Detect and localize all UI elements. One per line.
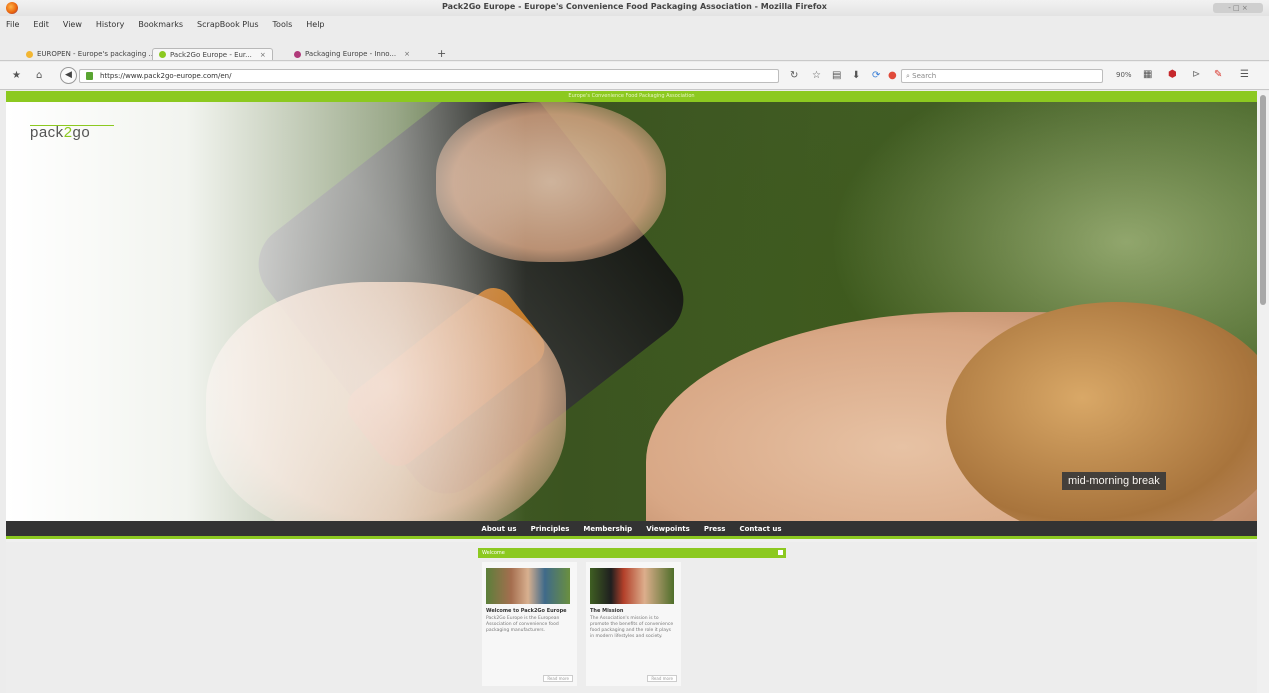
- site-favicon-icon: [26, 50, 33, 58]
- section-header: Welcome: [478, 548, 786, 558]
- card-text: The Association's mission is to promote …: [590, 616, 674, 639]
- tab-packaging-europe[interactable]: Packaging Europe - Inno... ×: [294, 48, 410, 60]
- window-controls[interactable]: - □ ×: [1213, 3, 1263, 13]
- menu-scrapbook[interactable]: ScrapBook Plus: [197, 20, 258, 29]
- card-title[interactable]: The Mission: [590, 608, 623, 614]
- top-strip: Europe's Convenience Food Packaging Asso…: [6, 91, 1257, 102]
- nav-press[interactable]: Press: [704, 525, 726, 533]
- nav-membership[interactable]: Membership: [583, 525, 632, 533]
- nav-principles[interactable]: Principles: [531, 525, 570, 533]
- menu-view[interactable]: View: [63, 20, 82, 29]
- card-image[interactable]: [486, 568, 570, 604]
- card-title[interactable]: Welcome to Pack2Go Europe: [486, 608, 567, 614]
- hero-image: pack2go mid-morning break: [6, 102, 1257, 521]
- reload-icon[interactable]: ↻: [790, 70, 798, 81]
- library-icon[interactable]: ▤: [832, 70, 841, 81]
- tab-bar: EUROPEN - Europe's packaging ... × Pack2…: [0, 33, 1269, 61]
- adblock-icon[interactable]: ⬢: [1168, 69, 1177, 80]
- content-area: Welcome Welcome to Pack2Go Europe Pack2G…: [6, 542, 1257, 693]
- menu-history[interactable]: History: [96, 20, 124, 29]
- menu-file[interactable]: File: [6, 20, 19, 29]
- collapse-icon[interactable]: [777, 549, 784, 556]
- hamburger-menu-icon[interactable]: ☰: [1240, 69, 1249, 80]
- tab-pack2go[interactable]: Pack2Go Europe - Eur... ×: [152, 48, 273, 60]
- read-more-button[interactable]: Read more: [647, 675, 677, 682]
- menu-tools[interactable]: Tools: [273, 20, 293, 29]
- nav-about-us[interactable]: About us: [481, 525, 516, 533]
- url-text: https://www.pack2go-europe.com/en/: [100, 72, 232, 80]
- bookmark-star-icon[interactable]: ☆: [812, 70, 821, 81]
- card-mission: The Mission The Association's mission is…: [586, 562, 681, 686]
- section-title: Welcome: [482, 550, 505, 556]
- notification-icon[interactable]: ✎: [1214, 69, 1222, 80]
- new-tab-button[interactable]: +: [437, 47, 446, 60]
- url-bar[interactable]: https://www.pack2go-europe.com/en/: [79, 69, 779, 83]
- card-text: Pack2Go Europe is the European Associati…: [486, 616, 560, 633]
- card-welcome: Welcome to Pack2Go Europe Pack2Go Europe…: [482, 562, 577, 686]
- zoom-level[interactable]: 90%: [1116, 71, 1132, 79]
- tab-close-icon[interactable]: ×: [404, 50, 410, 58]
- logo-text-two: 2: [63, 124, 73, 141]
- navigation-toolbar: ★ ⌂ ◀ https://www.pack2go-europe.com/en/…: [0, 62, 1269, 90]
- logo-text-prefix: pack: [30, 124, 64, 141]
- site-favicon-icon: [159, 51, 166, 58]
- page-viewport: Europe's Convenience Food Packaging Asso…: [6, 91, 1257, 693]
- site-nav: About us Principles Membership Viewpoint…: [6, 521, 1257, 539]
- logo-rule: [30, 125, 114, 126]
- tab-europen[interactable]: EUROPEN - Europe's packaging ... ×: [26, 48, 169, 60]
- search-input[interactable]: ⌕ Search: [901, 69, 1103, 83]
- star-icon[interactable]: ★: [12, 70, 21, 81]
- read-more-button[interactable]: Read more: [543, 675, 573, 682]
- menu-bar: File Edit View History Bookmarks ScrapBo…: [0, 16, 1269, 33]
- extension-icon[interactable]: ⊳: [1192, 69, 1200, 80]
- site-logo[interactable]: pack2go: [30, 124, 114, 141]
- nav-contact-us[interactable]: Contact us: [739, 525, 781, 533]
- tab-label: EUROPEN - Europe's packaging ...: [37, 50, 156, 58]
- scrollbar-thumb[interactable]: [1260, 95, 1266, 305]
- menu-help[interactable]: Help: [306, 20, 324, 29]
- sync-icon[interactable]: ⟳: [872, 70, 880, 81]
- reader-icon[interactable]: ▦: [1143, 69, 1152, 80]
- tab-label: Packaging Europe - Inno...: [305, 50, 397, 58]
- tab-label: Pack2Go Europe - Eur...: [170, 50, 252, 59]
- back-arrow-icon: ◀: [65, 70, 72, 80]
- vertical-scrollbar[interactable]: [1257, 91, 1269, 693]
- search-placeholder: Search: [912, 72, 937, 80]
- tab-close-icon[interactable]: ×: [260, 51, 266, 59]
- pocket-icon[interactable]: ●: [888, 70, 897, 81]
- window-title: Pack2Go Europe - Europe's Convenience Fo…: [442, 2, 827, 11]
- home-icon[interactable]: ⌂: [36, 70, 42, 81]
- download-icon[interactable]: ⬇: [852, 70, 860, 81]
- card-image[interactable]: [590, 568, 674, 604]
- lock-icon: [86, 72, 93, 80]
- menu-edit[interactable]: Edit: [33, 20, 49, 29]
- nav-viewpoints[interactable]: Viewpoints: [646, 525, 690, 533]
- hero-fade-overlay: [6, 102, 526, 521]
- logo-text-suffix: go: [72, 124, 91, 141]
- title-bar: Pack2Go Europe - Europe's Convenience Fo…: [0, 0, 1269, 16]
- menu-bookmarks[interactable]: Bookmarks: [138, 20, 183, 29]
- browser-window: Pack2Go Europe - Europe's Convenience Fo…: [0, 0, 1269, 693]
- site-favicon-icon: [294, 50, 301, 58]
- back-button[interactable]: ◀: [60, 67, 77, 84]
- hero-caption: mid-morning break: [1062, 472, 1166, 490]
